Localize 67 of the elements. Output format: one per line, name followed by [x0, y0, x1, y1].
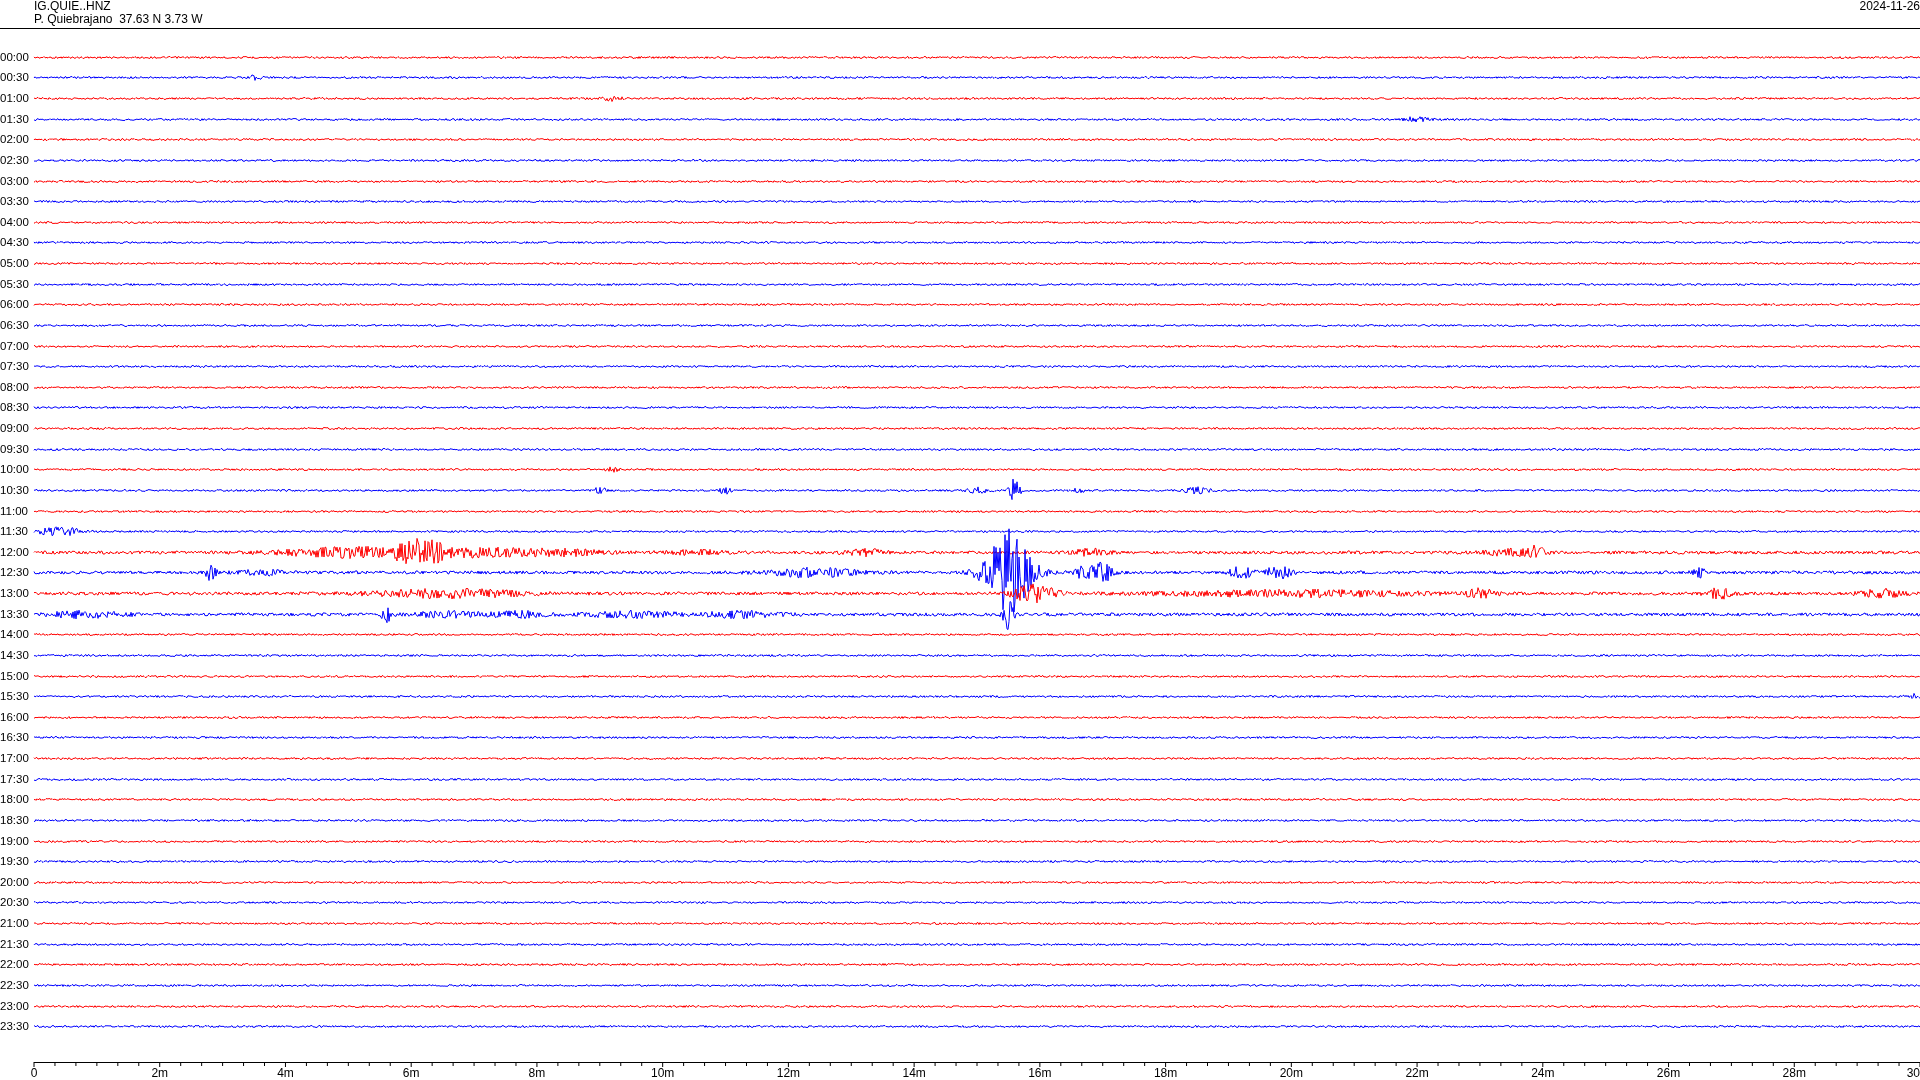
time-label: 15:00	[0, 669, 30, 683]
date-label: 2024-11-26	[1859, 0, 1920, 12]
time-label: 23:00	[0, 999, 30, 1013]
time-label: 02:30	[0, 153, 30, 167]
axis-label: 20m	[1279, 1066, 1303, 1080]
time-label: 03:30	[0, 195, 30, 209]
axis-label: 30	[1906, 1066, 1920, 1080]
time-label: 20:30	[0, 896, 30, 910]
axis-label: 16m	[1028, 1066, 1052, 1080]
time-label: 06:00	[0, 298, 30, 312]
axis-label: 8m	[528, 1066, 546, 1080]
time-label: 10:00	[0, 463, 30, 477]
time-label: 14:30	[0, 648, 30, 662]
time-label: 11:00	[0, 504, 29, 518]
time-label: 15:30	[0, 690, 30, 704]
axis-label: 18m	[1153, 1066, 1178, 1080]
time-label: 01:00	[0, 92, 30, 106]
axis-label: 4m	[277, 1066, 294, 1080]
time-label: 05:00	[0, 257, 30, 271]
axis-label: 24m	[1531, 1066, 1555, 1080]
time-label: 21:00	[0, 917, 30, 931]
time-label: 18:00	[0, 793, 30, 807]
time-label: 23:30	[0, 1020, 30, 1034]
time-label: 04:30	[0, 236, 30, 250]
time-label: 03:00	[0, 174, 30, 188]
time-label: 16:30	[0, 731, 30, 745]
time-label: 22:30	[0, 978, 30, 992]
time-label: 19:30	[0, 855, 30, 869]
axis-label: 6m	[402, 1066, 420, 1080]
time-label: 22:00	[0, 958, 30, 972]
station-location: P. Quiebrajano 37.63 N 3.73 W	[34, 13, 203, 26]
time-label: 14:00	[0, 628, 30, 642]
axis-label: 0	[30, 1066, 38, 1080]
time-label: 18:30	[0, 813, 30, 827]
axis-label: 26m	[1656, 1066, 1681, 1080]
time-label: 00:30	[0, 71, 30, 85]
time-label: 07:30	[0, 360, 30, 374]
time-label: 06:30	[0, 318, 30, 332]
time-label: 17:30	[0, 772, 30, 786]
time-label: 02:00	[0, 133, 30, 147]
time-label: 10:30	[0, 483, 30, 497]
time-label: 12:30	[0, 566, 30, 580]
time-label: 13:00	[0, 587, 30, 601]
axis-label: 2m	[151, 1066, 169, 1080]
station-code: IG.QUIE..HNZ	[34, 0, 112, 13]
time-label: 09:30	[0, 442, 30, 456]
time-label: 16:00	[0, 710, 30, 724]
time-label: 00:00	[0, 50, 30, 64]
time-label: 21:30	[0, 937, 30, 951]
time-label: 12:00	[0, 545, 30, 559]
time-label: 05:30	[0, 277, 30, 291]
time-label: 08:00	[0, 380, 30, 394]
time-label: 17:00	[0, 752, 30, 766]
time-label: 11:30	[0, 525, 29, 539]
time-label: 20:00	[0, 875, 30, 889]
time-label: 19:00	[0, 834, 30, 848]
time-label: 04:00	[0, 215, 30, 229]
time-label: 08:30	[0, 401, 30, 415]
time-label: 07:00	[0, 339, 30, 353]
axis-label: 10m	[651, 1066, 675, 1080]
time-label: 13:30	[0, 607, 30, 621]
axis-label: 14m	[902, 1066, 926, 1080]
axis-label: 12m	[776, 1066, 801, 1080]
axis-label: 22m	[1405, 1066, 1429, 1080]
time-label: 09:00	[0, 422, 30, 436]
time-label: 01:30	[0, 112, 30, 126]
axis-label: 28m	[1782, 1066, 1806, 1080]
